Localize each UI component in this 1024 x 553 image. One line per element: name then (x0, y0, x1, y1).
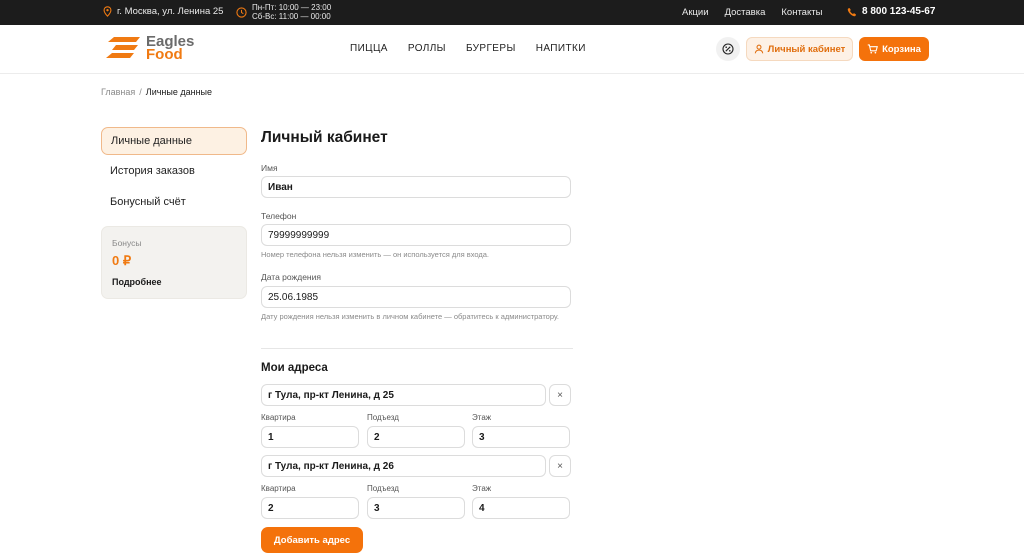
user-icon (754, 44, 763, 54)
close-icon: × (557, 460, 563, 472)
cart-label: Корзина (882, 43, 921, 55)
phone-link[interactable]: 8 800 123-45-67 (847, 6, 935, 17)
phone-field[interactable]: 79999999999 (261, 224, 571, 246)
apartment-field[interactable]: 2 (261, 497, 359, 519)
entrance-label: Подъезд (367, 413, 399, 422)
sidebar-item-label: История заказов (110, 165, 195, 177)
entrance-label: Подъезд (367, 484, 399, 493)
floor-field[interactable]: 4 (472, 497, 570, 519)
nav-drinks[interactable]: НАПИТКИ (536, 43, 586, 54)
cart-icon (867, 44, 878, 54)
cabinet-label: Личный кабинет (767, 43, 846, 55)
remove-address-button[interactable]: × (549, 384, 571, 406)
close-icon: × (557, 389, 563, 401)
apartment-label: Квартира (261, 413, 296, 422)
sidebar-item-personal-data[interactable]: Личные данные (101, 127, 247, 155)
bonus-value: 0 ₽ (112, 253, 132, 268)
cabinet-button[interactable]: Личный кабинет (746, 37, 853, 61)
discount-button[interactable] (716, 37, 740, 61)
breadcrumb-home[interactable]: Главная (101, 87, 135, 97)
address-field[interactable]: г Тула, пр-кт Ленина, д 25 (261, 384, 546, 406)
apartment-field[interactable]: 1 (261, 426, 359, 448)
floor-label: Этаж (472, 413, 492, 422)
bonus-label: Бонусы (112, 238, 142, 248)
phone-number: 8 800 123-45-67 (862, 6, 936, 17)
top-bar: г. Москва, ул. Ленина 25 Пн-Пт: 10:00 — … (0, 0, 1024, 25)
nav-burgers[interactable]: БУРГЕРЫ (466, 43, 516, 54)
hours-weekdays: Пн-Пт: 10:00 — 23:00 (252, 3, 332, 12)
phone-hint: Номер телефона нельзя изменить — он испо… (261, 250, 490, 259)
floor-label: Этаж (472, 484, 492, 493)
location-pin-icon (103, 6, 112, 17)
name-label: Имя (261, 163, 278, 173)
birthdate-hint: Дату рождения нельзя изменить в личном к… (261, 312, 560, 321)
page-title: Личный кабинет (261, 129, 388, 146)
clock-icon (236, 6, 247, 18)
sidebar-item-order-history[interactable]: История заказов (101, 157, 247, 185)
bonus-more-link[interactable]: Подробнее (112, 277, 162, 287)
add-address-button[interactable]: Добавить адрес (261, 527, 363, 553)
entrance-field[interactable]: 3 (367, 497, 465, 519)
sidebar-item-label: Бонусный счёт (110, 196, 186, 208)
discount-icon (722, 43, 734, 55)
top-link-promos[interactable]: Акции (682, 7, 709, 18)
address-field[interactable]: г Тула, пр-кт Ленина, д 26 (261, 455, 546, 477)
nav-pizza[interactable]: ПИЦЦА (350, 43, 388, 54)
location[interactable]: г. Москва, ул. Ленина 25 (103, 6, 223, 17)
top-link-contacts[interactable]: Контакты (781, 7, 822, 18)
logo-wings-icon (106, 37, 140, 58)
sidebar-item-label: Личные данные (111, 135, 192, 147)
sidebar-item-bonus-account[interactable]: Бонусный счёт (101, 188, 247, 216)
phone-label: Телефон (261, 211, 297, 221)
section-divider (261, 348, 573, 349)
site-header: Eagles Food ПИЦЦА РОЛЛЫ БУРГЕРЫ НАПИТКИ … (0, 25, 1024, 74)
breadcrumb-current: Личные данные (145, 87, 213, 97)
top-link-delivery[interactable]: Доставка (725, 7, 766, 18)
breadcrumb-separator: / (139, 87, 142, 97)
addresses-title: Мои адреса (261, 362, 328, 374)
phone-icon (847, 7, 856, 16)
working-hours: Пн-Пт: 10:00 — 23:00 Сб-Вс: 11:00 — 00:0… (236, 3, 331, 21)
top-links: Акции Доставка Контакты (682, 7, 822, 18)
entrance-field[interactable]: 2 (367, 426, 465, 448)
logo[interactable]: Eagles Food (106, 34, 194, 62)
main-nav: ПИЦЦА РОЛЛЫ БУРГЕРЫ НАПИТКИ (350, 43, 586, 54)
apartment-label: Квартира (261, 484, 296, 493)
breadcrumb: Главная / Личные данные (101, 87, 212, 97)
nav-rolls[interactable]: РОЛЛЫ (408, 43, 446, 54)
hours-weekend: Сб-Вс: 11:00 — 00:00 (252, 12, 331, 21)
birthdate-field[interactable]: 25.06.1985 (261, 286, 571, 308)
bonus-card: Бонусы 0 ₽ Подробнее (101, 226, 247, 299)
birthdate-label: Дата рождения (261, 272, 321, 282)
name-field[interactable]: Иван (261, 176, 571, 198)
remove-address-button[interactable]: × (549, 455, 571, 477)
cart-button[interactable]: Корзина (859, 37, 929, 61)
location-text: г. Москва, ул. Ленина 25 (117, 6, 224, 17)
floor-field[interactable]: 3 (472, 426, 570, 448)
